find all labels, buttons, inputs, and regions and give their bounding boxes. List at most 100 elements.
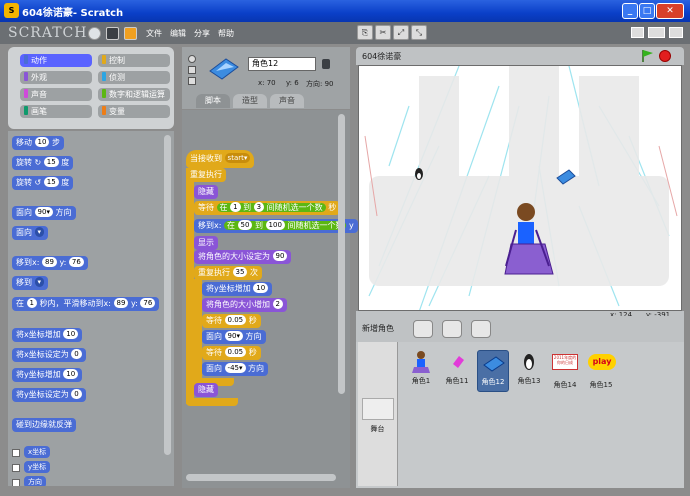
repeat-c-arm: [194, 279, 202, 389]
glide-block[interactable]: 在 1 秒内，平滑移动到x: 89 y: 76: [12, 297, 160, 311]
pink-gem-icon: [444, 350, 470, 374]
direction-reporter[interactable]: 方向: [24, 476, 46, 486]
category-1[interactable]: 控制: [98, 54, 170, 67]
menu-share[interactable]: 分享: [194, 28, 210, 39]
sprite-name-field[interactable]: 角色12: [248, 57, 316, 71]
menu-file[interactable]: 文件: [146, 28, 162, 39]
set-x-block[interactable]: 将x坐标设定为 0: [12, 348, 86, 362]
category-3[interactable]: 侦测: [98, 71, 170, 84]
shrink-tool-icon[interactable]: ⤡: [411, 25, 427, 40]
window-title: 604徐诺豪- Scratch: [22, 8, 124, 19]
change-y-script-block[interactable]: 将y坐标增加 10: [202, 282, 273, 296]
goto-xy-block[interactable]: 移到x: 89 y: 76: [12, 256, 88, 270]
change-x-block[interactable]: 将x坐标增加 10: [12, 328, 83, 342]
direction-checkbox[interactable]: [12, 479, 20, 486]
palette-scrollbar[interactable]: [164, 135, 171, 455]
sprite-name-label: 角色14: [553, 381, 577, 389]
globe-icon[interactable]: [88, 27, 101, 40]
close-button[interactable]: ✕: [656, 3, 684, 19]
stop-sign-icon[interactable]: [659, 50, 671, 62]
sprite-tile-5[interactable]: 2011年度的 你的日成角色14: [549, 350, 581, 392]
flip-style-icon[interactable]: [188, 66, 196, 74]
tab-costumes[interactable]: 造型: [233, 94, 267, 108]
wait-block-1[interactable]: 等待 0.05 秒: [202, 314, 261, 328]
point-direction-block-1[interactable]: 面向 90▾ 方向: [202, 330, 266, 344]
normal-stage-icon[interactable]: [648, 27, 665, 38]
point-direction-block[interactable]: 面向 90▾ 方向: [12, 206, 76, 220]
scripts-vertical-scrollbar[interactable]: [338, 114, 345, 394]
penguin-icon: [516, 350, 542, 374]
category-5[interactable]: 数字和逻辑运算: [98, 88, 170, 101]
sign-icon: 2011年度的 你的日成: [552, 354, 578, 378]
hide-block-2[interactable]: 隐藏: [194, 383, 218, 397]
sprite-tile-1[interactable]: 角色1: [405, 350, 437, 392]
set-y-block[interactable]: 将y坐标设定为 0: [12, 388, 86, 402]
point-direction-block-2[interactable]: 面向 -45▾ 方向: [202, 362, 269, 376]
move-block[interactable]: 移动 10 步: [12, 136, 65, 150]
rotate-style-icon[interactable]: [188, 55, 196, 63]
stage-thumbnail[interactable]: 舞台: [358, 342, 398, 486]
sprite-tile-2[interactable]: 角色11: [441, 350, 473, 392]
grow-tool-icon[interactable]: ⤢: [393, 25, 409, 40]
duplicate-tool-icon[interactable]: ⎘: [357, 25, 373, 40]
sprite-name-label: 角色13: [517, 377, 541, 385]
change-y-block[interactable]: 将y坐标增加 10: [12, 368, 83, 382]
menu-help[interactable]: 帮助: [218, 28, 234, 39]
share-icon[interactable]: [124, 27, 137, 40]
menu-bar: [0, 22, 690, 44]
lock-icon[interactable]: [322, 59, 330, 69]
small-stage-icon[interactable]: [631, 27, 644, 38]
turn-ccw-block[interactable]: 旋转 ↺ 15 度: [12, 176, 74, 190]
category-0[interactable]: 动作: [20, 54, 92, 67]
category-7[interactable]: 变量: [98, 105, 170, 118]
wait-block-2[interactable]: 等待 0.05 秒: [202, 346, 261, 360]
blue-gem-icon: [480, 351, 506, 375]
delete-tool-icon[interactable]: ✂: [375, 25, 391, 40]
random-sprite-icon[interactable]: [471, 320, 491, 338]
turn-cw-block[interactable]: 旋转 ↻ 15 度: [12, 156, 74, 170]
sprite-tile-6[interactable]: play 角色15: [585, 350, 617, 392]
new-sprite-label: 新增角色: [362, 324, 394, 333]
penguin-sprite-icon[interactable]: [415, 168, 423, 180]
point-towards-block[interactable]: 面向 ▾: [12, 226, 49, 240]
green-flag-icon[interactable]: [640, 49, 654, 63]
x-position-reporter[interactable]: x坐标: [24, 446, 51, 458]
change-size-block[interactable]: 将角色的大小增加 2: [202, 298, 288, 312]
category-4[interactable]: 声音: [20, 88, 92, 101]
tab-sounds[interactable]: 声音: [270, 94, 304, 108]
set-size-block[interactable]: 将角色的大小设定为 90: [194, 250, 292, 264]
goto-random-block[interactable]: 移到x: 在 50 到 100 间随机选一个数 y: [194, 219, 358, 233]
minimize-button[interactable]: _: [622, 3, 638, 19]
scratch-app-icon: S: [4, 3, 19, 18]
category-6[interactable]: 画笔: [20, 105, 92, 118]
x-position-checkbox[interactable]: [12, 449, 20, 457]
scratch-logo: SCRATCH: [8, 25, 88, 41]
repeat-block[interactable]: 重复执行 35 次: [194, 266, 263, 280]
choose-sprite-icon[interactable]: [442, 320, 462, 338]
when-receive-hat-block[interactable]: 当接收到 start▾: [186, 150, 255, 168]
bounce-block[interactable]: 碰到边缘就反弹: [12, 418, 76, 432]
presentation-mode-icon[interactable]: [669, 27, 683, 38]
y-position-checkbox[interactable]: [12, 464, 20, 472]
no-rotate-icon[interactable]: [188, 77, 196, 85]
wait-random-block[interactable]: 等待 在 1 到 3 间随机选一个数 秒: [194, 201, 341, 215]
category-color-swatch: [102, 106, 106, 115]
title-bar: S 604徐诺豪- Scratch _ □ ✕: [0, 0, 690, 22]
category-label: 数字和逻辑运算: [109, 90, 165, 99]
goto-block[interactable]: 移到 ▾: [12, 276, 49, 290]
stage[interactable]: [358, 65, 682, 311]
paint-sprite-icon[interactable]: [413, 320, 433, 338]
scripts-horizontal-scrollbar[interactable]: [186, 474, 336, 481]
save-icon[interactable]: [106, 27, 119, 40]
category-2[interactable]: 外观: [20, 71, 92, 84]
maximize-button[interactable]: □: [639, 3, 655, 19]
y-position-reporter[interactable]: y坐标: [24, 461, 51, 473]
sprite-tile-4[interactable]: 角色13: [513, 350, 545, 392]
show-block[interactable]: 显示: [194, 236, 218, 250]
hide-block[interactable]: 隐藏: [194, 185, 218, 199]
menu-edit[interactable]: 编辑: [170, 28, 186, 39]
sprite-tile-3[interactable]: 角色12: [477, 350, 509, 392]
tab-scripts[interactable]: 脚本: [196, 94, 230, 108]
category-color-swatch: [24, 55, 28, 64]
forever-block[interactable]: 重复执行: [186, 168, 226, 182]
